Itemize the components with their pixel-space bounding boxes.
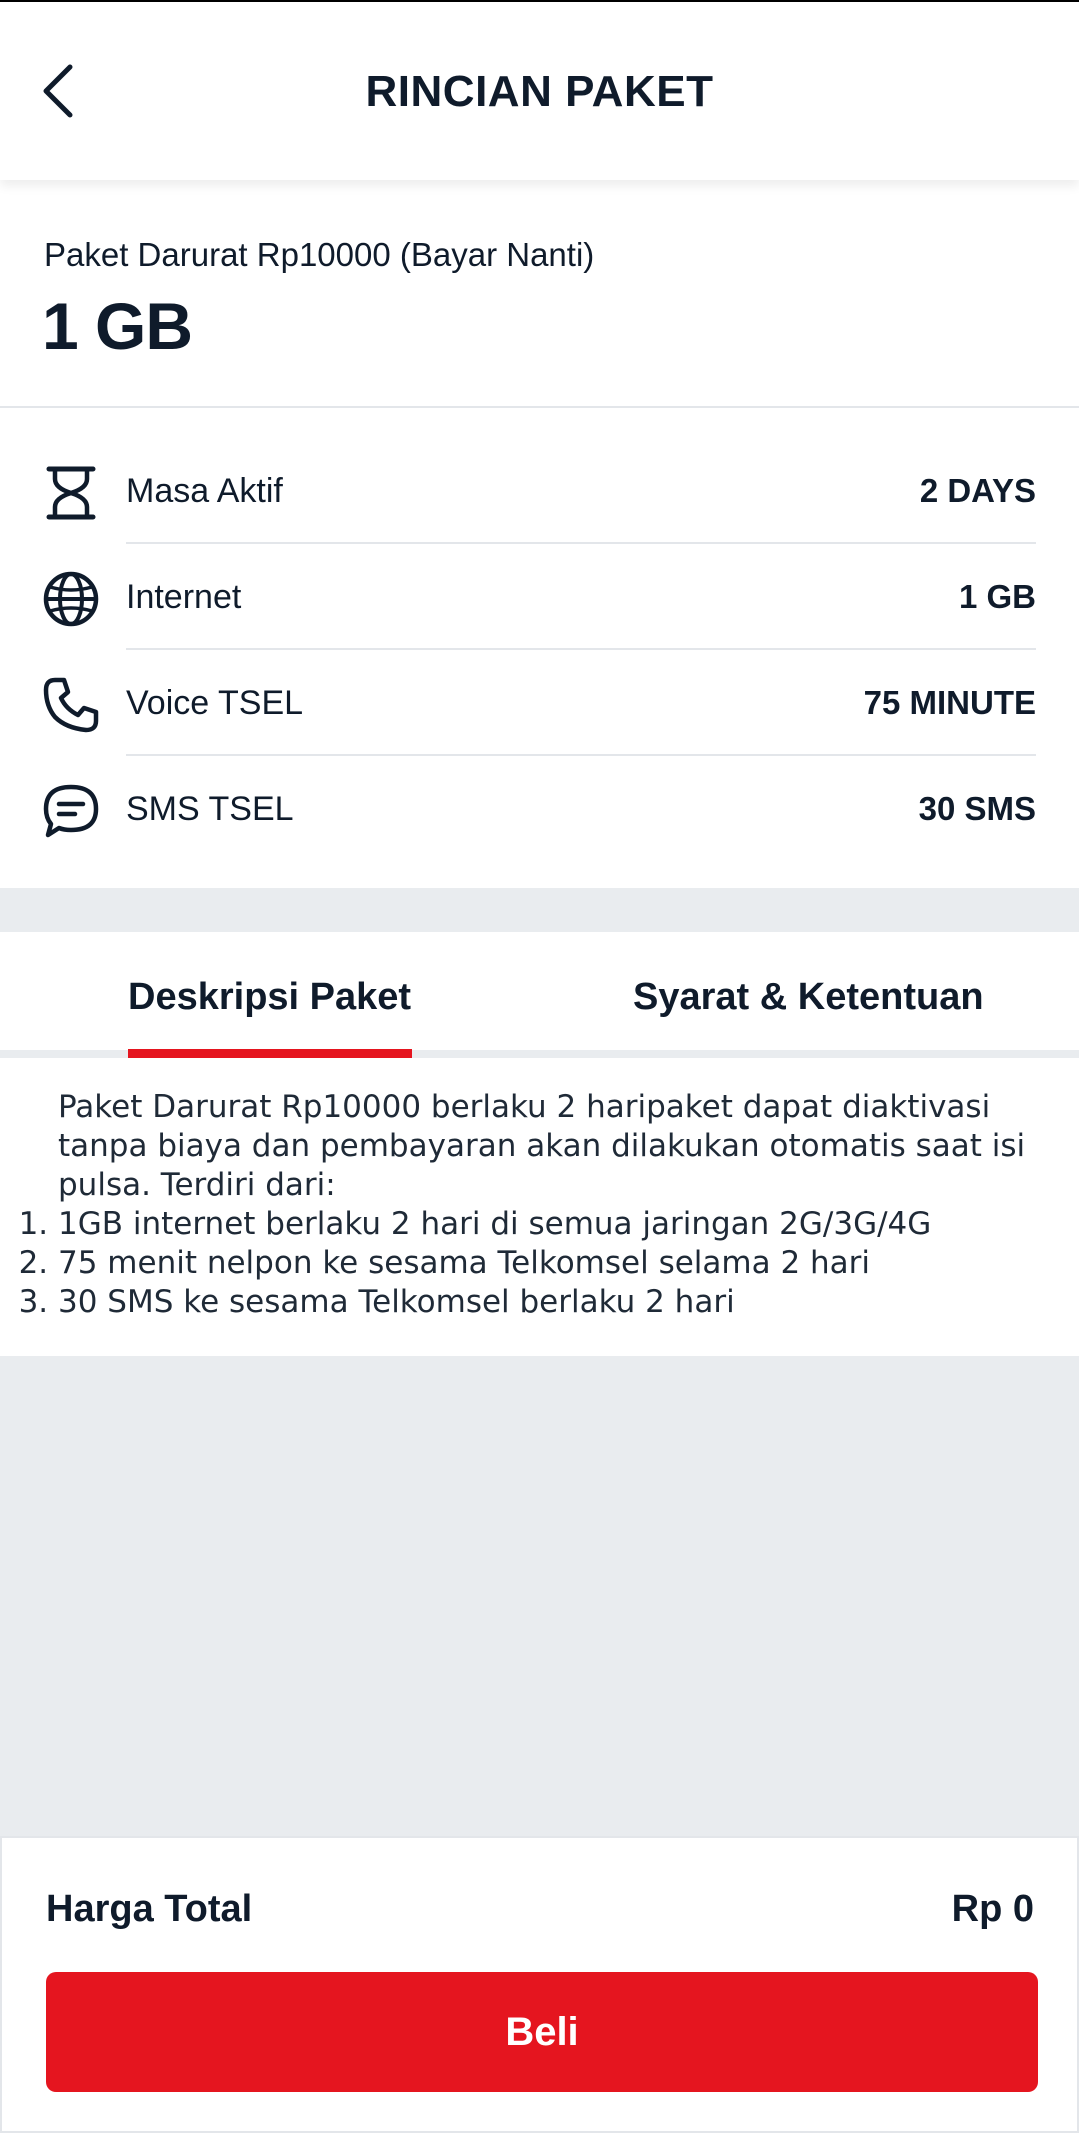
description-intro: Paket Darurat Rp10000 berlaku 2 haripake… (58, 1089, 1026, 1203)
benefit-value: 2 DAYS (919, 472, 1036, 509)
benefit-value: 30 SMS (918, 790, 1036, 827)
list-item: 75 menit nelpon ke sesama Telkomsel sela… (58, 1244, 1048, 1283)
benefit-value: 1 GB (958, 578, 1036, 615)
package-description: Paket Darurat Rp10000 berlaku 2 haripake… (0, 1058, 1079, 1356)
benefit-label: Internet (126, 578, 242, 616)
list-item: 30 SMS ke sesama Telkomsel berlaku 2 har… (58, 1283, 1048, 1322)
back-button[interactable] (30, 58, 86, 124)
benefit-label: Voice TSEL (126, 684, 304, 722)
buy-button[interactable]: Beli (46, 1972, 1038, 2092)
chat-icon (40, 780, 102, 842)
benefit-list: Masa Aktif 2 DAYS Internet 1 GB Voice TS… (0, 408, 1079, 888)
benefit-row-sms: SMS TSEL 30 SMS (0, 756, 1079, 862)
globe-icon (40, 568, 102, 630)
app-header: RINCIAN PAKET (0, 0, 1079, 180)
total-price-value: Rp 0 (951, 1888, 1034, 1930)
package-quota: 1 GB (42, 289, 193, 363)
benefit-value: 75 MINUTE (863, 684, 1036, 721)
benefit-row-voice: Voice TSEL 75 MINUTE (0, 650, 1079, 756)
list-item: 1GB internet berlaku 2 hari di semua jar… (58, 1205, 1048, 1244)
description-list: 1GB internet berlaku 2 hari di semua jar… (58, 1205, 1048, 1322)
tab-bar: Deskripsi Paket Syarat & Ketentuan (0, 932, 1079, 1058)
total-price-label: Harga Total (46, 1888, 253, 1930)
benefit-label: Masa Aktif (126, 472, 283, 510)
benefit-row-internet: Internet 1 GB (0, 544, 1079, 650)
checkout-footer: Harga Total Rp 0 Beli (0, 1836, 1079, 2133)
chevron-left-icon (43, 64, 73, 118)
package-summary: Paket Darurat Rp10000 (Bayar Nanti) 1 GB (0, 180, 1079, 408)
active-tab-indicator (128, 1049, 412, 1058)
phone-icon (40, 674, 102, 736)
page-title: RINCIAN PAKET (365, 67, 714, 116)
hourglass-icon (40, 462, 102, 524)
tab-syarat-ketentuan[interactable]: Syarat & Ketentuan (633, 932, 984, 1050)
tab-deskripsi-paket[interactable]: Deskripsi Paket (128, 932, 411, 1050)
benefit-row-masa-aktif: Masa Aktif 2 DAYS (0, 438, 1079, 544)
benefit-label: SMS TSEL (126, 790, 294, 828)
package-name: Paket Darurat Rp10000 (Bayar Nanti) (44, 236, 595, 273)
